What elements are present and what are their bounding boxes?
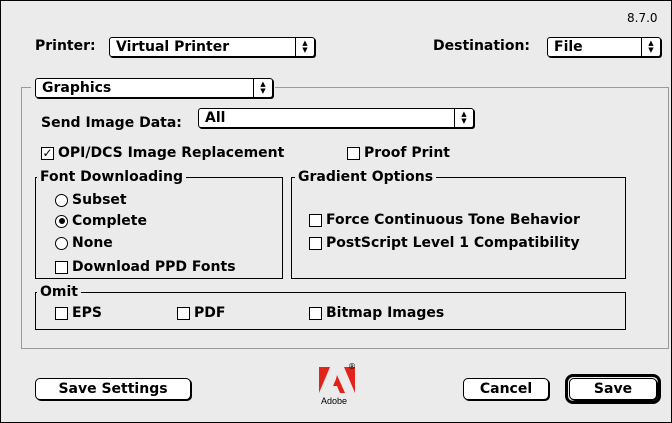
download-ppd-checkbox[interactable]: Download PPD Fonts xyxy=(55,258,236,276)
gradient-options-title: Gradient Options xyxy=(295,169,437,185)
print-dialog: 8.7.0 Printer: Virtual Printer ▲ ▼ Destin… xyxy=(0,0,672,423)
radio-subset-label: Subset xyxy=(72,192,127,208)
popup-arrows-icon: ▲ ▼ xyxy=(641,38,660,56)
proof-print-label: Proof Print xyxy=(364,145,450,161)
force-continuous-checkbox[interactable]: Force Continuous Tone Behavior xyxy=(309,211,580,229)
panel-selector-popup[interactable]: Graphics ▲ ▼ xyxy=(35,78,273,98)
save-button[interactable]: Save xyxy=(569,378,657,400)
panel-selector-value: Graphics xyxy=(42,80,112,96)
radio-complete-label: Complete xyxy=(72,213,147,229)
radio-none-label: None xyxy=(72,235,113,251)
download-ppd-label: Download PPD Fonts xyxy=(72,259,236,275)
destination-popup[interactable]: File ▲ ▼ xyxy=(547,37,661,57)
send-image-data-label: Send Image Data: xyxy=(41,115,182,131)
popup-arrows-icon: ▲ ▼ xyxy=(253,79,272,97)
force-continuous-label: Force Continuous Tone Behavior xyxy=(326,212,580,228)
opi-dcs-checkbox[interactable]: ✓ OPI/DCS Image Replacement xyxy=(41,144,284,162)
adobe-logo-text: Adobe xyxy=(321,396,348,406)
registered-mark: ® xyxy=(348,362,356,371)
destination-value: File xyxy=(554,39,583,55)
save-settings-button[interactable]: Save Settings xyxy=(35,378,191,400)
omit-pdf-label: PDF xyxy=(194,305,226,321)
checkbox-icon xyxy=(309,306,322,320)
printer-label: Printer: xyxy=(35,38,96,54)
radio-selected-icon xyxy=(55,214,68,228)
checkbox-icon xyxy=(309,213,322,227)
omit-title: Omit xyxy=(37,284,81,300)
omit-bitmap-checkbox[interactable]: Bitmap Images xyxy=(309,304,444,322)
radio-icon xyxy=(55,193,68,207)
send-image-data-value: All xyxy=(205,110,226,126)
checkbox-icon xyxy=(55,260,68,274)
checkbox-icon xyxy=(347,146,360,160)
checkbox-icon xyxy=(309,236,322,250)
ps-level1-checkbox[interactable]: PostScript Level 1 Compatibility xyxy=(309,234,580,252)
omit-pdf-checkbox[interactable]: PDF xyxy=(177,304,225,322)
popup-arrows-icon: ▲ ▼ xyxy=(454,109,473,127)
radio-icon xyxy=(55,236,68,250)
omit-bitmap-label: Bitmap Images xyxy=(326,305,445,321)
radio-subset[interactable]: Subset xyxy=(55,191,127,209)
opi-dcs-label: OPI/DCS Image Replacement xyxy=(58,145,285,161)
version-label: 8.7.0 xyxy=(627,11,658,25)
destination-label: Destination: xyxy=(433,38,531,54)
checkbox-checked-icon: ✓ xyxy=(41,145,54,160)
popup-arrows-icon: ▲ ▼ xyxy=(295,38,314,56)
radio-none[interactable]: None xyxy=(55,234,113,252)
printer-value: Virtual Printer xyxy=(116,39,230,55)
radio-complete[interactable]: Complete xyxy=(55,212,147,230)
proof-print-checkbox[interactable]: Proof Print xyxy=(347,144,450,162)
checkbox-icon xyxy=(177,306,190,320)
send-image-data-popup[interactable]: All ▲ ▼ xyxy=(198,108,474,128)
cancel-button[interactable]: Cancel xyxy=(463,378,549,400)
adobe-logo: ® Adobe xyxy=(319,362,365,413)
font-downloading-title: Font Downloading xyxy=(37,169,186,185)
ps-level1-label: PostScript Level 1 Compatibility xyxy=(326,235,580,251)
omit-eps-label: EPS xyxy=(72,305,102,321)
checkbox-icon xyxy=(55,306,68,320)
printer-popup[interactable]: Virtual Printer ▲ ▼ xyxy=(109,37,315,57)
omit-eps-checkbox[interactable]: EPS xyxy=(55,304,102,322)
